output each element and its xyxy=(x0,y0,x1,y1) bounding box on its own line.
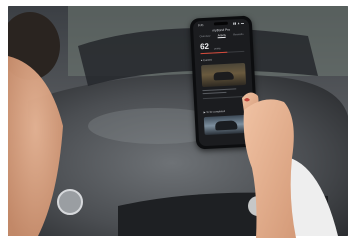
palm xyxy=(243,99,296,238)
points-value: 62 xyxy=(199,41,210,52)
divider xyxy=(202,96,243,100)
progress-fill xyxy=(200,51,228,55)
current-card-image[interactable] xyxy=(201,62,247,88)
tab-rewards[interactable]: Rewards xyxy=(233,32,243,38)
car-thumbnail xyxy=(215,120,238,131)
status-time: 9:41 xyxy=(197,22,204,28)
status-icons: ▮▮ ▲ ▬ xyxy=(232,20,245,26)
tab-bar: Overview Activity Rewards xyxy=(199,32,244,40)
hand-holding-phone xyxy=(242,92,296,238)
car-thumbnail xyxy=(213,71,234,81)
section-current: ● Current xyxy=(200,58,212,63)
points-unit: points xyxy=(214,47,221,51)
tab-overview[interactable]: Overview xyxy=(199,34,210,40)
brand-emblem xyxy=(57,189,83,215)
progress-bar xyxy=(200,50,245,55)
card-text-line xyxy=(202,88,237,92)
section-to-be-completed: ▶ To be completed xyxy=(203,109,226,115)
tab-activity[interactable]: Activity xyxy=(217,32,227,39)
card-text-line xyxy=(202,91,227,95)
